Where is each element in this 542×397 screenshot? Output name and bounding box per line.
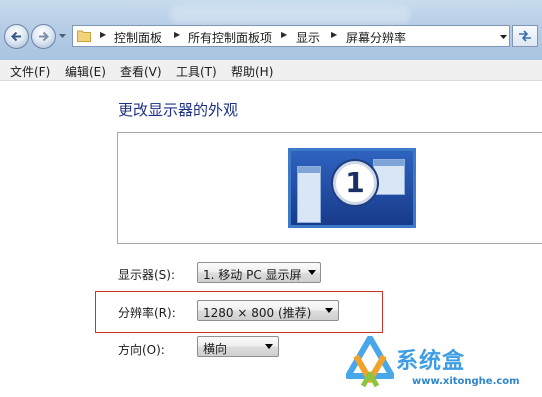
chevron-down-icon <box>325 308 333 313</box>
forward-arrow-icon <box>39 31 49 42</box>
menu-tools[interactable]: 工具(T) <box>176 63 217 80</box>
menu-bar: 文件(F) 编辑(E) 查看(V) 工具(T) 帮助(H) <box>0 60 542 81</box>
page-title: 更改显示器的外观 <box>118 101 239 119</box>
chevron-down-icon <box>308 270 316 275</box>
display-select[interactable]: 1. 移动 PC 显示屏 <box>197 262 321 283</box>
orientation-select-value: 横向 <box>203 342 228 356</box>
watermark-logo-icon <box>346 336 394 388</box>
refresh-button[interactable] <box>512 25 538 47</box>
menu-file[interactable]: 文件(F) <box>10 63 50 80</box>
resolution-label: 分辨率(R): <box>118 306 176 320</box>
window-thumbnail <box>297 166 321 223</box>
window-thumbnail <box>373 159 405 195</box>
breadcrumb-display[interactable]: 显示 <box>296 29 320 46</box>
folder-icon <box>77 30 91 42</box>
menu-edit[interactable]: 编辑(E) <box>65 63 106 80</box>
breadcrumb-resolution[interactable]: 屏幕分辨率 <box>346 29 406 46</box>
breadcrumb-separator-icon[interactable]: ▶ <box>174 30 180 39</box>
resolution-select-value: 1280 × 800 (推荐) <box>203 306 312 320</box>
breadcrumb-separator-icon[interactable]: ▶ <box>100 30 106 39</box>
refresh-icon <box>519 30 531 42</box>
watermark-url: www.xitonghe.com <box>412 376 520 387</box>
display-preview-panel: 1 <box>117 132 542 244</box>
menu-help[interactable]: 帮助(H) <box>231 63 273 80</box>
menu-view[interactable]: 查看(V) <box>120 63 162 80</box>
monitor-screen: 1 <box>291 151 413 225</box>
breadcrumb-all-items[interactable]: 所有控制面板项 <box>188 29 272 46</box>
monitor-1-icon[interactable]: 1 <box>288 148 416 228</box>
forward-button[interactable] <box>31 24 56 49</box>
history-dropdown-icon[interactable] <box>58 33 67 39</box>
navigation-bar: ▶ 控制面板 ▶ 所有控制面板项 ▶ 显示 ▶ 屏幕分辨率 <box>0 0 542 60</box>
watermark-name: 系统盒 <box>396 349 466 374</box>
monitor-number-badge: 1 <box>333 161 377 205</box>
chevron-down-icon <box>265 344 273 349</box>
resolution-select[interactable]: 1280 × 800 (推荐) <box>197 300 339 321</box>
breadcrumb-control-panel[interactable]: 控制面板 <box>114 29 162 46</box>
back-arrow-icon <box>11 31 21 42</box>
display-label: 显示器(S): <box>118 268 176 282</box>
back-button[interactable] <box>4 24 29 49</box>
breadcrumb-separator-icon[interactable]: ▶ <box>331 30 337 39</box>
orientation-label: 方向(O): <box>118 343 165 357</box>
breadcrumb-separator-icon[interactable]: ▶ <box>281 30 287 39</box>
address-dropdown-icon[interactable] <box>499 34 508 40</box>
title-glow <box>170 6 410 24</box>
orientation-select[interactable]: 横向 <box>197 336 279 357</box>
address-bar[interactable]: ▶ 控制面板 ▶ 所有控制面板项 ▶ 显示 ▶ 屏幕分辨率 <box>72 25 510 47</box>
display-select-value: 1. 移动 PC 显示屏 <box>203 268 302 282</box>
